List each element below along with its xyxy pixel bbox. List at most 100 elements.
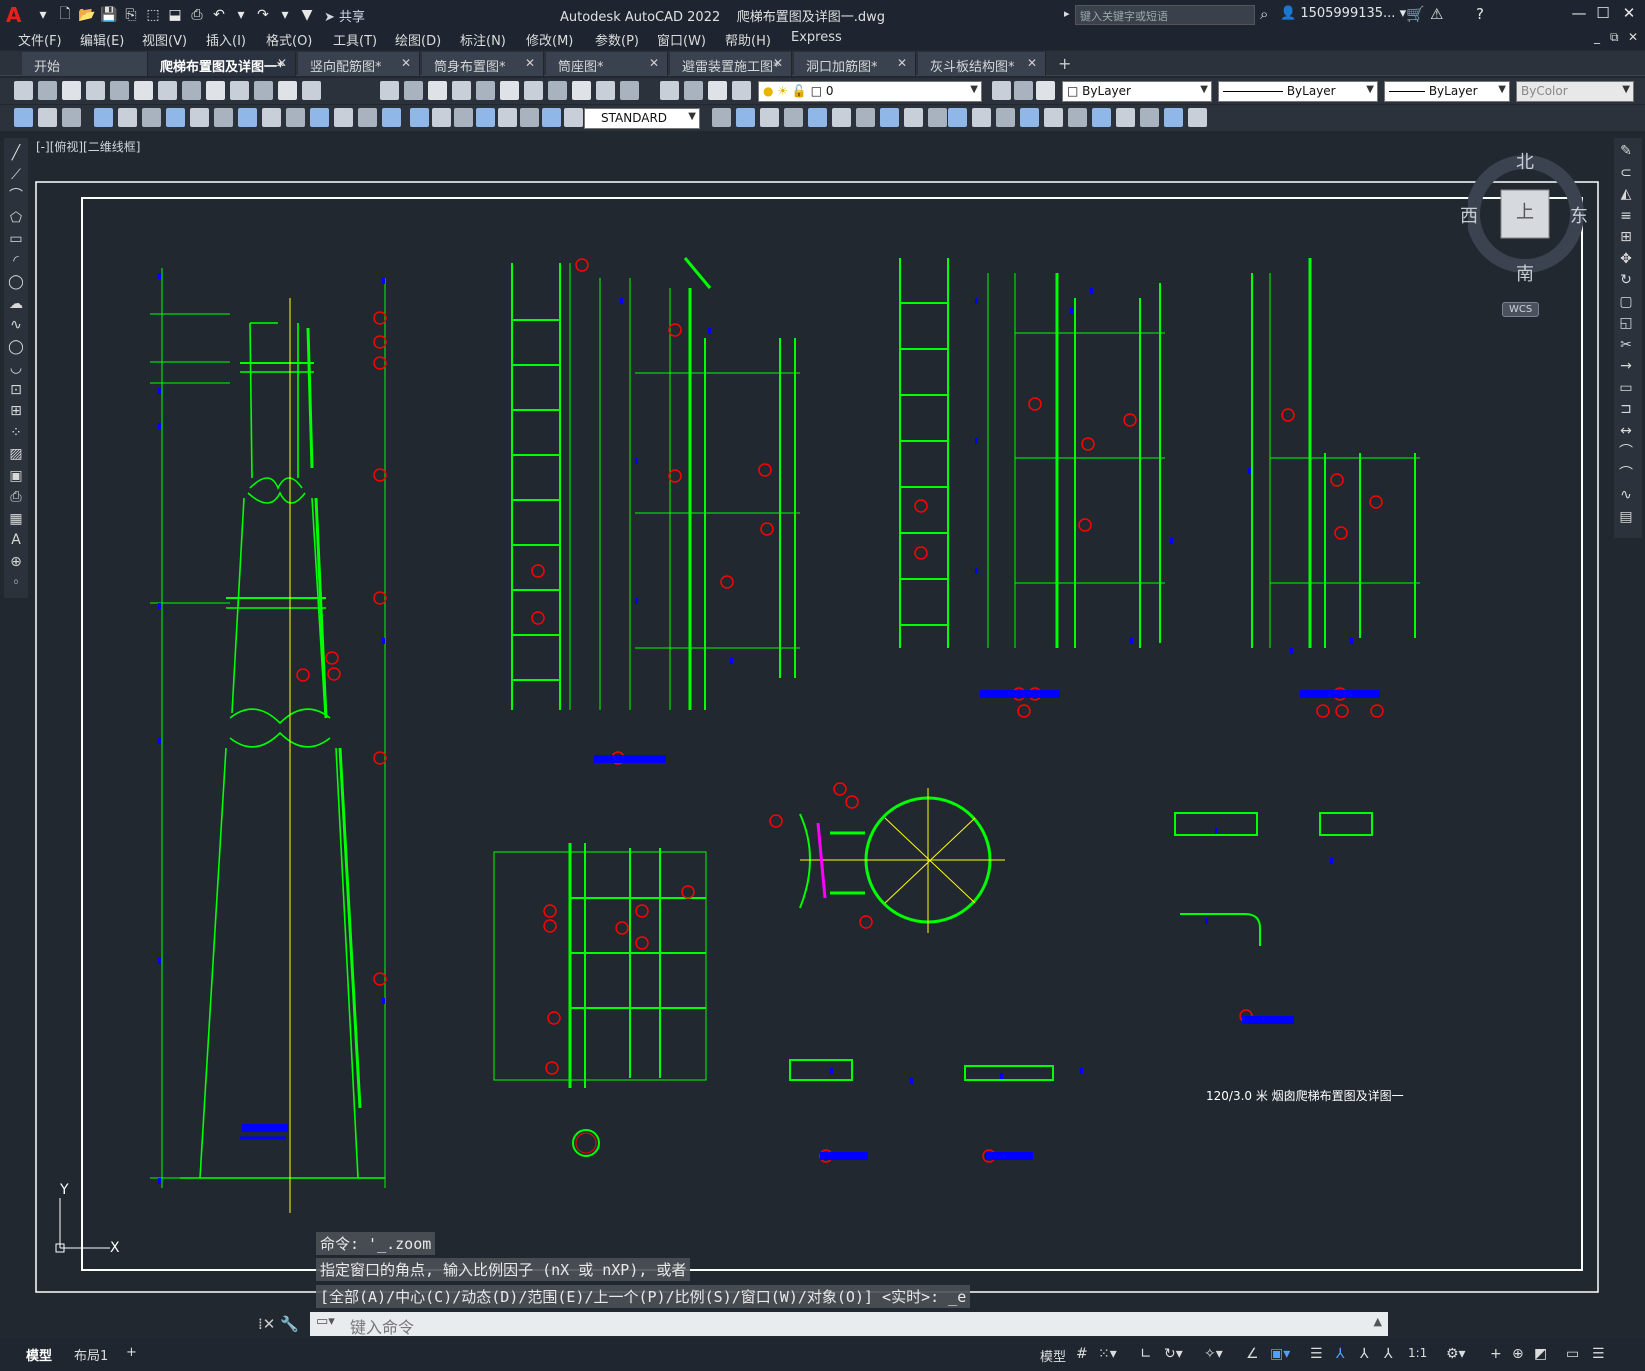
palette-tool-icon[interactable]: ▤ [1617,508,1635,526]
toolbar-tool-icon[interactable] [972,108,991,127]
toolbar-tool-icon[interactable] [1020,108,1039,127]
menu-dimension[interactable]: 标注(N) [460,30,506,49]
toolbar-tool-icon[interactable] [286,108,305,127]
palette-tool-icon[interactable]: ☁ [7,295,25,313]
isolate-objects-icon[interactable]: ◩ [1534,1346,1547,1362]
toolbar-tool-icon[interactable] [158,81,177,100]
palette-tool-icon[interactable]: ⁘ [7,424,25,442]
plotstyle-dropdown[interactable]: ByColor ▼ [1516,81,1634,102]
palette-tool-icon[interactable]: ▨ [7,445,25,463]
toolbar-tool-icon[interactable] [500,81,519,100]
plot-icon[interactable]: ⎙ [186,4,208,26]
command-expand-icon[interactable]: ▲ [1374,1315,1382,1328]
palette-tool-icon[interactable]: ✥ [1617,250,1635,268]
palette-tool-icon[interactable]: ◡ [7,359,25,377]
workspace-gear-icon[interactable]: ⚙▾ [1446,1346,1466,1362]
toolbar-tool-icon[interactable] [14,81,33,100]
palette-tool-icon[interactable]: ⌒ [1617,443,1635,461]
autodesk-app-icon[interactable]: ⚠ [1430,5,1443,23]
toolbar-tool-icon[interactable] [62,81,81,100]
toolbar-tool-icon[interactable] [1044,108,1063,127]
palette-tool-icon[interactable]: ✂ [1617,336,1635,354]
toolbar-tool-icon[interactable] [996,108,1015,127]
toolbar-tool-icon[interactable] [118,108,137,127]
layer-dropdown[interactable]: ● ☀ 🔓 □ 0 ▼ [758,81,982,102]
search-input[interactable]: 键入关键字或短语 [1075,5,1255,25]
object-snap-icon[interactable]: ▣▾ [1270,1346,1290,1362]
toolbar-tool-icon[interactable] [856,108,875,127]
save-web-icon[interactable]: ⬓ [164,4,186,26]
menu-draw[interactable]: 绘图(D) [395,30,441,49]
toolbar-tool-icon[interactable] [1140,108,1159,127]
palette-tool-icon[interactable]: ⊡ [7,381,25,399]
command-history-icon[interactable]: ▭▾ [316,1314,335,1329]
tab-lightning[interactable]: 避雷装置施工图* ✕ [670,52,792,76]
layout-tab-layout1[interactable]: 布局1 [74,1345,108,1364]
toolbar-tool-icon[interactable] [410,108,429,127]
toolbar-tool-icon[interactable] [190,108,209,127]
isodraft-icon[interactable]: ✧▾ [1204,1346,1223,1362]
help-icon[interactable]: ? [1476,5,1484,23]
toolbar-tool-icon[interactable] [620,81,639,100]
viewcube[interactable]: 上 北 南 东 西 [1460,152,1590,285]
tab-close-icon[interactable]: ✕ [525,56,535,70]
palette-tool-icon[interactable]: ◭ [1617,185,1635,203]
command-line-close-icon[interactable]: ⁞✕ 🔧 [258,1315,299,1333]
toolbar-tool-icon[interactable] [498,108,517,127]
maximize-icon[interactable]: ☐ [1590,4,1616,26]
toolbar-tool-icon[interactable] [832,108,851,127]
palette-tool-icon[interactable]: → [1617,357,1635,375]
tab-close-icon[interactable]: ✕ [773,56,783,70]
close-icon[interactable]: ✕ [1616,4,1642,26]
tab-vertical-rebar[interactable]: 竖向配筋图* ✕ [298,52,420,76]
fullscreen-icon[interactable]: ▭ [1566,1346,1579,1362]
toolbar-tool-icon[interactable] [38,81,57,100]
palette-tool-icon[interactable]: ↻ [1617,271,1635,289]
palette-tool-icon[interactable]: ▣ [7,467,25,485]
toolbar-tool-icon[interactable] [134,81,153,100]
toolbar-tool-icon[interactable] [310,108,329,127]
toolbar-tool-icon[interactable] [142,108,161,127]
search-icon[interactable]: ⌕ [1260,5,1268,23]
palette-tool-icon[interactable]: ⊞ [7,402,25,420]
palette-tool-icon[interactable]: ⊕ [7,553,25,571]
autoscale-icon[interactable]: ⅄ [1360,1346,1369,1362]
toolbar-tool-icon[interactable] [476,81,495,100]
viewcube-east[interactable]: 东 [1570,202,1588,228]
palette-tool-icon[interactable]: ⌒ [1617,465,1635,483]
annotation-scale-icon[interactable]: ⅄ [1384,1346,1393,1362]
toolbar-tool-icon[interactable] [432,108,451,127]
drawing-canvas[interactable]: 120/3.0 米 烟囱爬梯布置图及详图一 Y X [30,138,1608,1324]
command-input[interactable]: ▭▾ 键入命令 ▲ [310,1312,1388,1337]
viewcube-south[interactable]: 南 [1516,260,1534,286]
palette-tool-icon[interactable]: ▭ [7,230,25,248]
toolbar-tool-icon[interactable] [542,108,561,127]
open-file-icon[interactable]: 📂 [76,4,98,26]
palette-tool-icon[interactable]: ⬠ [7,209,25,227]
toolbar-tool-icon[interactable] [784,108,803,127]
autocad-logo[interactable]: A [6,3,32,27]
menu-express[interactable]: Express [791,30,842,45]
toolbar-tool-icon[interactable] [904,108,923,127]
palette-tool-icon[interactable]: ≡ [1617,207,1635,225]
tab-base[interactable]: 筒座图* ✕ [546,52,668,76]
tab-start[interactable]: 开始 [22,52,148,76]
units-icon[interactable]: ⊕ [1512,1346,1524,1362]
palette-tool-icon[interactable]: ◜ [7,252,25,270]
tab-ladder-layout[interactable]: 爬梯布置图及详图一* ✕ [148,52,296,76]
toolbar-tool-icon[interactable] [94,108,113,127]
toolbar-tool-icon[interactable] [992,81,1011,100]
toolbar-tool-icon[interactable] [948,108,967,127]
toolbar-tool-icon[interactable] [166,108,185,127]
app-menu-chevron-icon[interactable]: ▾ [32,4,54,26]
tab-close-icon[interactable]: ✕ [1027,56,1037,70]
palette-tool-icon[interactable]: A [7,531,25,549]
add-layout-icon[interactable]: + [126,1345,137,1360]
menu-window[interactable]: 窗口(W) [657,30,706,49]
polar-icon[interactable]: ↻▾ [1164,1346,1183,1362]
toolbar-tool-icon[interactable] [334,108,353,127]
menu-edit[interactable]: 编辑(E) [80,30,124,49]
undo-icon[interactable]: ↶ [208,4,230,26]
doc-close-icon[interactable]: ✕ [1628,30,1638,44]
palette-tool-icon[interactable]: ⊞ [1617,228,1635,246]
